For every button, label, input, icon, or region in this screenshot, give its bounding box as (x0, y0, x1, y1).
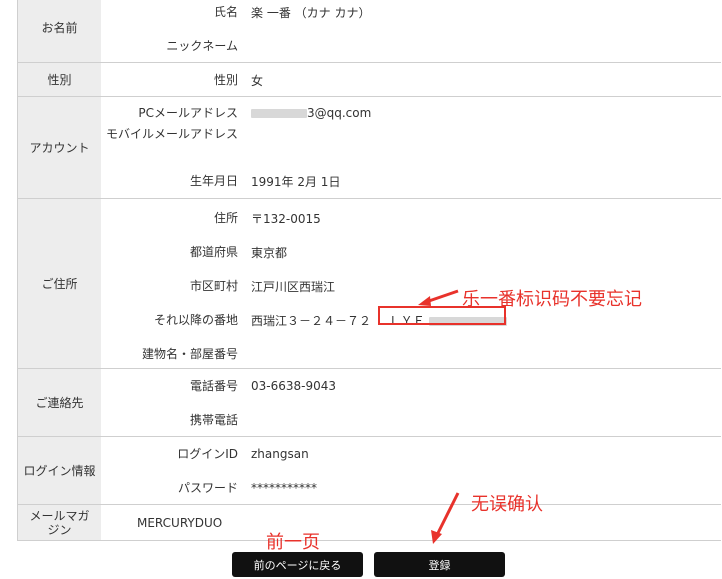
field-value: *********** (251, 481, 317, 495)
section-label: メールマガジン (18, 505, 101, 540)
field-row: 生年月日 1991年 2月 1日 (101, 165, 721, 197)
field-row: 建物名・部屋番号 (101, 337, 721, 371)
field-label: 性別 (213, 72, 238, 87)
register-button[interactable]: 登録 (374, 552, 505, 577)
field-label: ログインID (177, 446, 238, 461)
section-label: ログイン情報 (18, 437, 101, 504)
confirm-note: 无误确认 (471, 494, 543, 515)
field-label: PCメールアドレス (138, 105, 238, 120)
newsletter-value: MERCURYDUO (137, 515, 223, 530)
field-label: ニックネーム (166, 38, 238, 53)
field-row: 電話番号 03-6638-9043 (101, 369, 721, 403)
field-row: 氏名 楽 一番 （カナ カナ） (101, 0, 721, 29)
prev-page-note: 前一页 (266, 532, 320, 553)
field-value: 東京都 (251, 245, 288, 260)
field-value: 江戸川区西瑞江 (251, 279, 336, 294)
field-row: ログインID zhangsan (101, 437, 721, 471)
field-label: それ以降の番地 (153, 312, 238, 327)
field-label: モバイルメールアドレス (105, 127, 238, 141)
field-value: 3@qq.com (238, 106, 371, 120)
field-label: 市区町村 (189, 278, 238, 293)
section-label: お名前 (18, 0, 101, 62)
section-label: ご連絡先 (18, 369, 101, 436)
field-label: 生年月日 (189, 173, 238, 188)
code-reminder-note: 乐一番标识码不要忘记 (462, 289, 642, 310)
section-label: 性別 (18, 63, 101, 96)
redacted-email-mask (251, 109, 307, 118)
member-info-table: お名前 氏名 楽 一番 （カナ カナ） ニックネーム 性別 性別 女 アカウント… (17, 0, 721, 541)
field-row: PCメールアドレス 3@qq.com (101, 99, 721, 127)
street-address: 西瑞江３－２４－７２ (251, 313, 372, 328)
section-label: アカウント (18, 97, 101, 198)
field-value: 〒132-0015 (251, 211, 321, 226)
section-address: ご住所 住所 〒132-0015 都道府県 東京都 市区町村 江戸川区西瑞江 そ… (17, 199, 721, 369)
field-label: 住所 (213, 210, 238, 225)
field-value: 楽 一番 （カナ カナ） (251, 5, 371, 20)
field-label: 携帯電話 (189, 412, 238, 427)
field-row: 携帯電話 (101, 403, 721, 437)
field-label: 都道府県 (189, 244, 238, 259)
email-suffix: 3@qq.com (307, 106, 372, 120)
section-login: ログイン情報 ログインID zhangsan パスワード *********** (17, 437, 721, 505)
back-button[interactable]: 前のページに戻る (232, 552, 363, 577)
section-label: ご住所 (18, 199, 101, 368)
section-newsletter: メールマガジン MERCURYDUO (17, 505, 721, 541)
field-row: ニックネーム (101, 29, 721, 63)
section-gender: 性別 性別 女 (17, 63, 721, 97)
field-label: 氏名 (213, 4, 238, 19)
field-row: 都道府県 東京都 (101, 235, 721, 269)
field-row: パスワード *********** (101, 471, 721, 505)
field-label: パスワード (177, 480, 238, 495)
field-row: モバイルメールアドレス (101, 127, 721, 165)
field-value: 女 (251, 73, 264, 88)
field-row: 住所 〒132-0015 (101, 201, 721, 235)
section-name: お名前 氏名 楽 一番 （カナ カナ） ニックネーム (17, 0, 721, 63)
field-value: 03-6638-9043 (251, 379, 337, 393)
section-contact: ご連絡先 電話番号 03-6638-9043 携帯電話 (17, 369, 721, 437)
field-value: zhangsan (251, 447, 309, 461)
field-label: 建物名・部屋番号 (141, 346, 238, 361)
field-value: 1991年 2月 1日 (251, 174, 341, 189)
field-label: 電話番号 (189, 378, 238, 393)
field-row: 性別 女 (101, 63, 721, 97)
section-account: アカウント PCメールアドレス 3@qq.com モバイルメールアドレス 生年月… (17, 97, 721, 199)
